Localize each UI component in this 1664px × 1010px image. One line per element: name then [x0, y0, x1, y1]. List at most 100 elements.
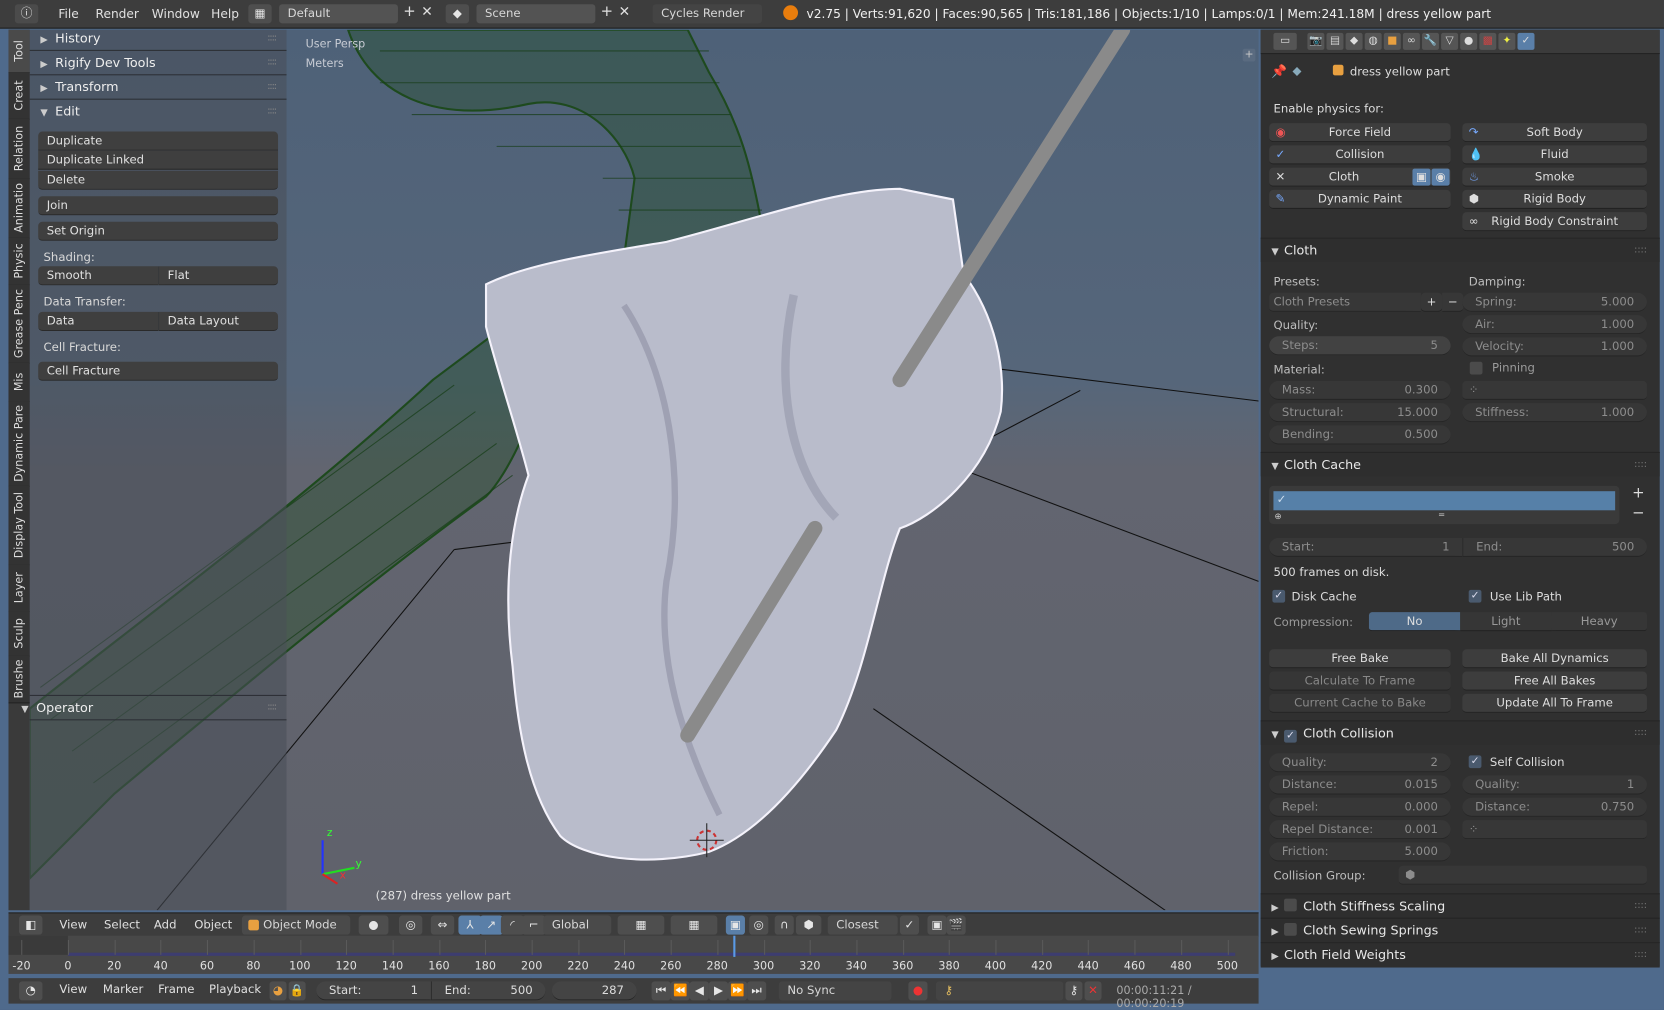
- world-tab-icon[interactable]: ◍: [1364, 32, 1382, 50]
- calculate-to-frame-button[interactable]: Calculate To Frame: [1269, 671, 1451, 691]
- remove-cache-button[interactable]: −: [1632, 505, 1644, 522]
- bake-all-dynamics-button[interactable]: Bake All Dynamics: [1462, 649, 1647, 669]
- menu-object[interactable]: Object: [194, 918, 232, 932]
- collision-quality-field[interactable]: Quality: 2: [1269, 753, 1451, 773]
- cloth-render-toggle-icon[interactable]: ▣: [1412, 168, 1431, 186]
- screen-layout-icon[interactable]: ▦: [248, 4, 272, 24]
- menu-view[interactable]: View: [59, 918, 87, 932]
- jump-to-keyframe-prev-icon[interactable]: ⏪: [670, 981, 690, 1001]
- disk-cache-checkbox[interactable]: ✓: [1272, 589, 1286, 603]
- panel-history[interactable]: ▶ History::::: [29, 27, 287, 51]
- cloth-viewport-toggle-icon[interactable]: ◉: [1431, 168, 1450, 186]
- data-tab-icon[interactable]: ▽: [1441, 32, 1459, 50]
- modifiers-tab-icon[interactable]: 🔧: [1422, 32, 1439, 50]
- render-engine-select[interactable]: Cycles Render: [652, 4, 762, 24]
- scene-tab-icon[interactable]: ◆: [1345, 32, 1363, 50]
- particles-tab-icon[interactable]: ✦: [1498, 32, 1516, 50]
- repel-distance-field[interactable]: Repel Distance: 0.001: [1269, 820, 1451, 840]
- timeline-menu-playback[interactable]: Playback: [209, 982, 261, 996]
- tab-sculpt[interactable]: Sculp: [8, 611, 30, 657]
- rigid-body-constraint-button[interactable]: ∞ Rigid Body Constraint: [1462, 212, 1647, 232]
- panel-cloth[interactable]: ▼ Cloth::::: [1260, 237, 1660, 263]
- add-scene-icon[interactable]: +: [601, 3, 613, 20]
- insert-keyframe-icon[interactable]: ⚷: [1065, 981, 1083, 1001]
- delete-scene-icon[interactable]: ✕: [619, 4, 631, 20]
- layers-group-2[interactable]: ▦: [670, 915, 718, 935]
- scale-manipulator-icon[interactable]: ⌐: [522, 915, 546, 935]
- panel-rigify-dev-tools[interactable]: ▶ Rigify Dev Tools::::: [29, 51, 287, 76]
- layers-group-1[interactable]: ▦: [617, 915, 665, 935]
- menu-window[interactable]: Window: [152, 6, 200, 21]
- tab-misc[interactable]: Mis: [8, 362, 30, 403]
- object-tab-icon[interactable]: ■: [1383, 32, 1401, 50]
- render-layers-tab-icon[interactable]: ▤: [1326, 32, 1344, 50]
- physics-tab-icon[interactable]: ✓: [1517, 32, 1535, 50]
- panel-transform[interactable]: ▶ Transform::::: [29, 75, 287, 100]
- snap-toggle-icon[interactable]: ∩: [774, 915, 794, 935]
- list-resize-handle[interactable]: ═: [1439, 510, 1444, 520]
- timeline-menu-marker[interactable]: Marker: [103, 982, 143, 996]
- smoke-button[interactable]: ♨ Smoke: [1462, 167, 1647, 187]
- tab-tool[interactable]: Tool: [8, 29, 30, 74]
- compression-light-option[interactable]: Light: [1460, 612, 1552, 632]
- velocity-field[interactable]: Velocity: 1.000: [1462, 337, 1647, 357]
- play-icon[interactable]: ▶: [708, 981, 728, 1001]
- update-all-to-frame-button[interactable]: Update All To Frame: [1462, 693, 1647, 713]
- tab-physics[interactable]: Physic: [8, 237, 30, 286]
- texture-tab-icon[interactable]: ▩: [1479, 32, 1497, 50]
- delete-button[interactable]: Delete: [38, 170, 279, 190]
- mode-select[interactable]: Object Mode: [241, 915, 351, 935]
- panel-operator[interactable]: ▼ Operator::::: [21, 694, 287, 721]
- current-frame-indicator[interactable]: [733, 935, 736, 957]
- shade-smooth-button[interactable]: Smooth: [38, 266, 159, 286]
- data-layout-button[interactable]: Data Layout: [158, 311, 279, 332]
- opengl-render-image-icon[interactable]: ▣: [927, 915, 947, 935]
- list-filter-icon[interactable]: ⊕: [1275, 511, 1282, 521]
- frame-end-field[interactable]: End: 500: [430, 981, 546, 1001]
- delete-keyframe-icon[interactable]: ✕: [1084, 981, 1102, 1001]
- panel-cloth-collision[interactable]: ▼ ✓ Cloth Collision::::: [1260, 720, 1660, 745]
- transform-manipulator-toggle[interactable]: ⅄: [458, 915, 482, 935]
- set-origin-dropdown[interactable]: Set Origin: [38, 221, 279, 241]
- rigid-body-button[interactable]: ⬢ Rigid Body: [1462, 189, 1647, 209]
- repel-field[interactable]: Repel: 0.000: [1269, 797, 1451, 817]
- editor-type-properties-icon[interactable]: ▭: [1273, 32, 1297, 50]
- lock-camera-layers-icon[interactable]: ▣: [725, 915, 745, 935]
- preview-range-icon[interactable]: ◕: [269, 981, 287, 1001]
- timeline[interactable]: -20 0 20 40 60 80 100 120 140 160 180 200 220 240 260 2…: [8, 935, 1259, 974]
- use-lib-path-checkbox[interactable]: ✓: [1468, 589, 1482, 603]
- cloth-collision-checkbox[interactable]: ✓: [1284, 729, 1297, 743]
- cell-fracture-button[interactable]: Cell Fracture: [38, 361, 279, 381]
- panel-cloth-cache[interactable]: ▼ Cloth Cache::::: [1260, 451, 1660, 477]
- constraints-tab-icon[interactable]: ∞: [1402, 32, 1420, 50]
- add-preset-button[interactable]: +: [1420, 292, 1443, 312]
- panel-cloth-stiffness-scaling[interactable]: ▶ Cloth Stiffness Scaling::::: [1260, 893, 1660, 918]
- free-all-bakes-button[interactable]: Free All Bakes: [1462, 671, 1647, 691]
- free-bake-button[interactable]: Free Bake: [1269, 649, 1451, 669]
- pin-group-field[interactable]: ⁘: [1462, 380, 1647, 400]
- soft-body-button[interactable]: ↷ Soft Body: [1462, 123, 1647, 143]
- tab-layer[interactable]: Layer: [8, 564, 30, 613]
- timeline-menu-view[interactable]: View: [59, 982, 87, 996]
- duplicate-button[interactable]: Duplicate: [38, 131, 279, 151]
- proportional-editing-icon[interactable]: ◎: [749, 915, 769, 935]
- self-collision-checkbox[interactable]: ✓: [1468, 755, 1482, 769]
- menu-file[interactable]: File: [58, 6, 78, 21]
- cache-start-field[interactable]: Start: 1: [1269, 537, 1463, 557]
- rotate-manipulator-icon[interactable]: ◜: [500, 915, 525, 935]
- stiffness-scaling-checkbox[interactable]: [1284, 898, 1297, 912]
- manipulator-icon[interactable]: ⇔: [430, 915, 455, 935]
- sync-mode-select[interactable]: No Sync: [778, 981, 892, 1001]
- editor-type-info-icon[interactable]: ⓘ: [14, 4, 39, 24]
- menu-render[interactable]: Render: [96, 6, 139, 21]
- tab-relations[interactable]: Relation: [8, 118, 30, 180]
- dynamic-paint-button[interactable]: ✎ Dynamic Paint: [1269, 189, 1451, 209]
- sewing-springs-checkbox[interactable]: [1284, 922, 1297, 936]
- shade-flat-button[interactable]: Flat: [158, 266, 279, 286]
- scene-field[interactable]: Scene: [476, 4, 596, 24]
- add-screen-icon[interactable]: +: [403, 3, 415, 20]
- pinning-checkbox[interactable]: [1469, 361, 1483, 375]
- join-button[interactable]: Join: [38, 196, 279, 216]
- tab-display-tools[interactable]: Display Tool: [8, 485, 30, 566]
- collision-button[interactable]: ✓ Collision: [1269, 145, 1451, 165]
